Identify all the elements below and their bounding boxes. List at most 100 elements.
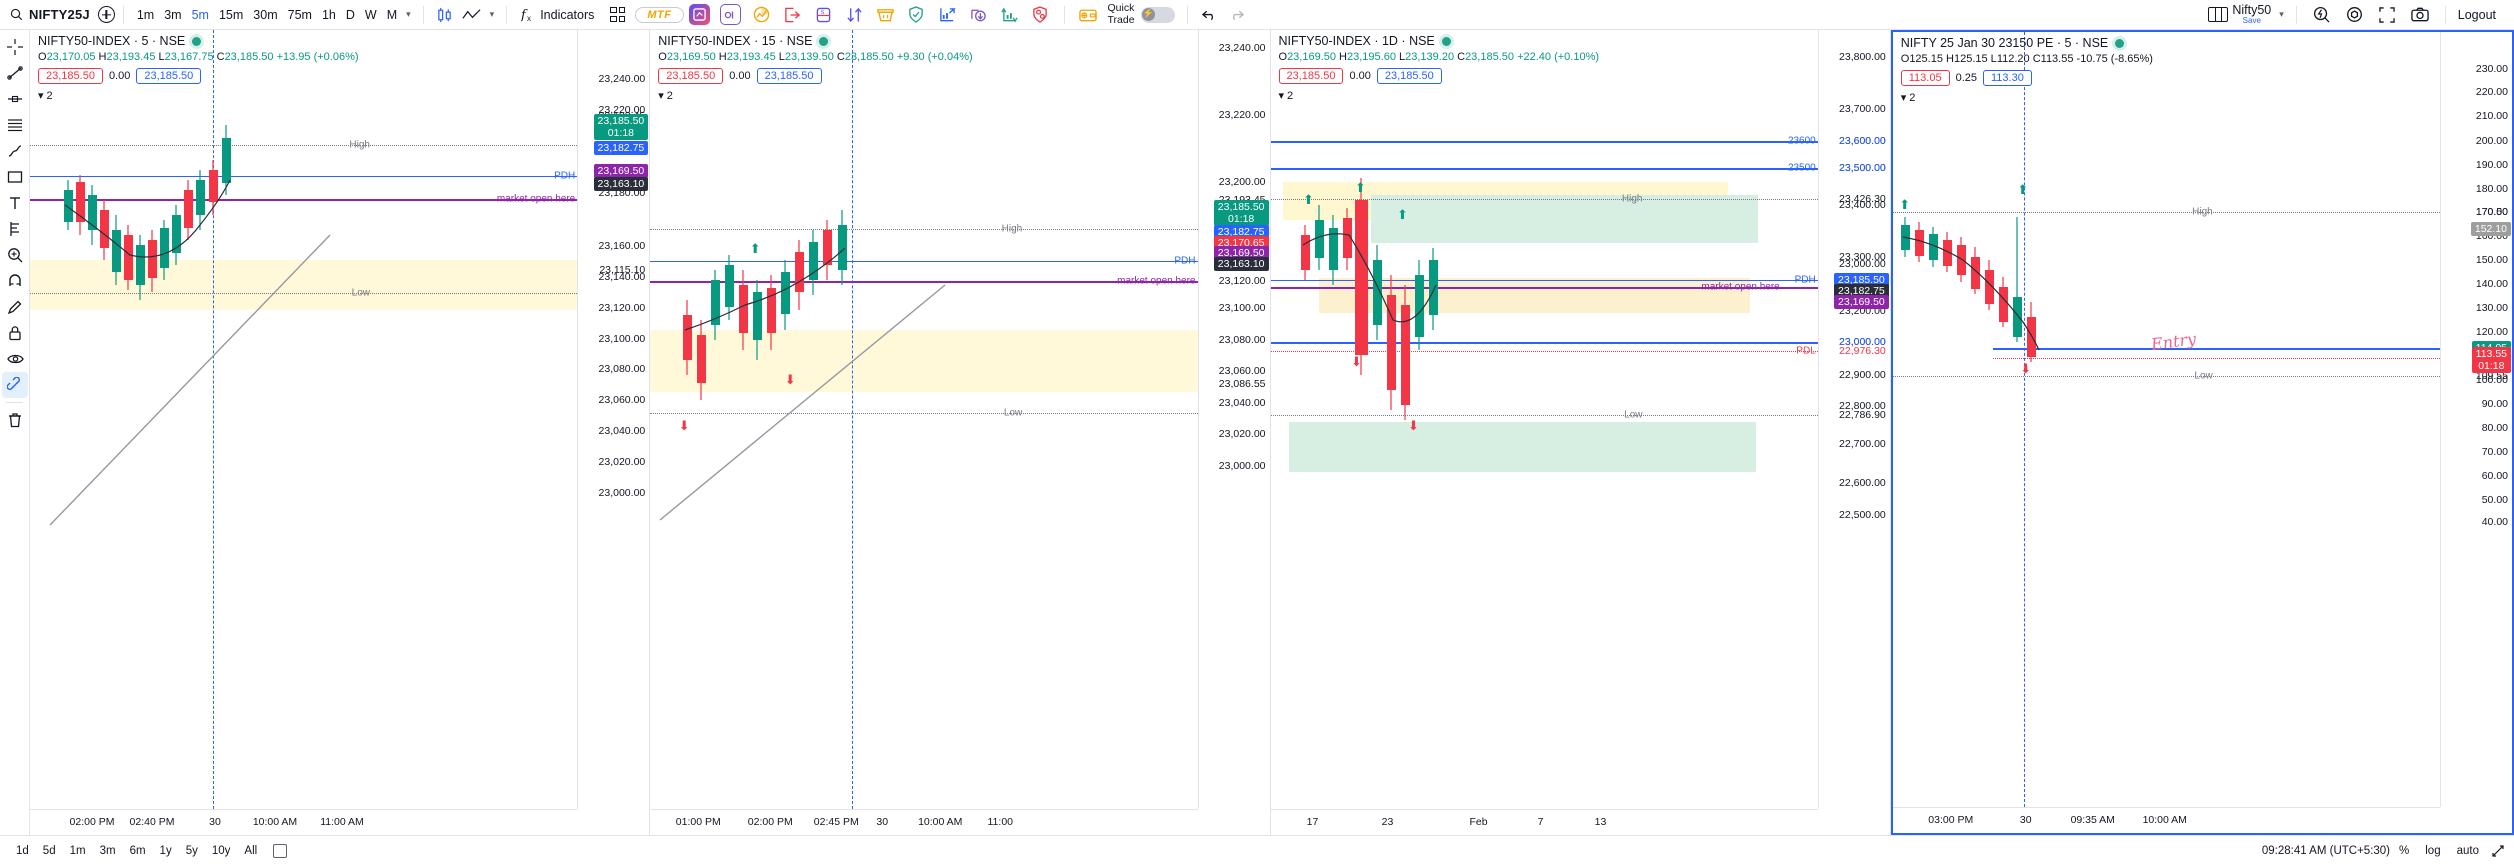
fullscreen-icon[interactable] (2371, 6, 2403, 23)
camera-icon[interactable] (2403, 7, 2437, 22)
pane-1-price-axis[interactable]: 23,240.00 23,220.00 23,200.00 23,180.00 … (577, 30, 649, 809)
pane-2-time-axis[interactable]: 01:00 PM 02:00 PM 02:45 PM 30 10:00 AM 1… (650, 809, 1198, 835)
timeframe-30m[interactable]: 30m (248, 6, 282, 24)
pane-1-plot[interactable]: High Low PDH market open here (30, 30, 578, 809)
pane-3-price-axis[interactable]: 23,800.00 23,700.00 23,600.00 23,500.00 … (1817, 30, 1890, 809)
pane-2-qty-row[interactable]: ▾ 2 (658, 89, 972, 103)
pane-2-price-axis[interactable]: 23,240.00 23,220.00 23,200.00 23,140.00 … (1197, 30, 1270, 809)
expand-chart-icon[interactable] (937, 4, 958, 25)
exit-icon[interactable] (782, 4, 803, 25)
option-chain-icon[interactable] (719, 4, 741, 25)
calendar-icon[interactable] (273, 843, 288, 858)
logout-button[interactable]: Logout (2454, 8, 2506, 22)
indicators-button[interactable]: f x Indicators (515, 5, 600, 24)
pie-chart-icon[interactable] (751, 4, 772, 25)
range-1d[interactable]: 1d (10, 843, 35, 859)
grid-layout-icon[interactable] (610, 7, 626, 22)
chart-type-caret-icon[interactable]: ▾ (486, 9, 499, 20)
chart-pane-3[interactable]: NIFTY50-INDEX · 1D · NSE O23,169.50 H23,… (1270, 30, 1891, 835)
chevron-down-icon[interactable]: ▾ (1901, 91, 1907, 104)
timeframe-75m[interactable]: 75m (283, 6, 317, 24)
horizontal-line-icon[interactable] (0, 86, 30, 112)
line-chart-icon[interactable] (457, 8, 486, 21)
pane-3-time-axis[interactable]: 17 23 Feb 7 13 (1270, 809, 1818, 835)
chevron-down-icon[interactable]: ▾ (402, 9, 415, 20)
toggle-switch[interactable]: ⚡ (1140, 6, 1175, 23)
chart-pane-1[interactable]: NIFTY50-INDEX · 5 · NSE O23,170.05 H23,1… (30, 30, 651, 835)
chevron-down-icon[interactable]: ▾ (1279, 89, 1285, 102)
pane-4-plot[interactable]: ⬆ ⬆ ⬇ Entry High Low (1892, 32, 2440, 807)
buy-badge[interactable]: 113.30 (1983, 70, 2032, 86)
magnet-icon[interactable] (0, 268, 30, 294)
timeframe-w[interactable]: W (360, 6, 382, 24)
chart-pane-2[interactable]: NIFTY50-INDEX · 15 · NSE O23,169.50 H23,… (650, 30, 1271, 835)
text-icon[interactable] (0, 190, 30, 216)
chart-pane-4[interactable]: NIFTY 25 Jan 30 23150 PE · 5 · NSE O125.… (1890, 30, 2514, 835)
layout-icon[interactable] (2208, 7, 2229, 22)
timeframe-1m[interactable]: 1m (132, 6, 159, 24)
log-toggle[interactable]: log (2418, 845, 2447, 857)
pane-3-qty-row[interactable]: ▾ 2 (1279, 89, 1600, 103)
range-3m[interactable]: 3m (94, 843, 122, 859)
pane-1-time-axis[interactable]: 02:00 PM 02:40 PM 30 10:00 AM 11:00 AM (30, 809, 578, 835)
sell-badge[interactable]: 23,185.50 (38, 68, 103, 84)
pane-4-time-axis[interactable]: 03:00 PM 30 09:35 AM 10:00 AM (1892, 807, 2440, 833)
measure-icon[interactable] (2, 372, 28, 398)
timeframe-1h[interactable]: 1h (317, 6, 341, 24)
quick-trade-toggle[interactable]: Quick Trade ⚡ (1104, 3, 1179, 25)
zoom-icon[interactable] (0, 242, 30, 268)
buy-sell-icon[interactable] (844, 4, 865, 25)
auto-toggle[interactable]: auto (2450, 845, 2486, 857)
range-1m[interactable]: 1m (64, 843, 92, 859)
range-all[interactable]: All (238, 843, 263, 859)
ruler-icon[interactable] (0, 216, 30, 242)
delete-icon[interactable] (0, 407, 30, 433)
alert-icon[interactable] (2305, 6, 2338, 23)
resize-icon[interactable] (2488, 844, 2504, 857)
settings-icon[interactable] (2338, 6, 2371, 23)
layout-name-button[interactable]: Nifty50 Save (2228, 4, 2275, 25)
symbol-search[interactable]: NIFTY25J (8, 7, 98, 22)
download-icon[interactable] (968, 4, 989, 25)
buy-badge[interactable]: 23,185.50 (1376, 68, 1442, 84)
basket-icon[interactable] (875, 4, 896, 25)
percent-toggle[interactable]: % (2392, 845, 2416, 857)
pencil-icon[interactable] (0, 294, 30, 320)
lock-icon[interactable] (0, 320, 30, 346)
export-icon[interactable] (999, 4, 1020, 25)
crosshair-icon[interactable] (0, 34, 30, 60)
sell-badge[interactable]: 23,185.50 (1278, 68, 1344, 84)
pane-2-plot[interactable]: ⬆ ⬇ ⬇ High Low PDH market open here (650, 30, 1198, 809)
range-5y[interactable]: 5y (180, 843, 204, 859)
undo-icon[interactable] (1196, 9, 1223, 21)
eye-icon[interactable] (0, 346, 30, 372)
mtf-icon[interactable] (688, 4, 710, 25)
brush-icon[interactable] (0, 138, 30, 164)
range-1y[interactable]: 1y (154, 843, 178, 859)
pane-1-qty-row[interactable]: ▾ 2 (38, 89, 359, 103)
buy-badge[interactable]: 23,185.50 (756, 68, 822, 84)
trend-line-icon[interactable] (0, 60, 30, 86)
rectangle-icon[interactable] (0, 164, 30, 190)
redo-icon[interactable] (1223, 9, 1250, 21)
buy-badge[interactable]: 23,185.50 (136, 68, 202, 84)
fib-icon[interactable] (0, 112, 30, 138)
pane-4-qty-row[interactable]: ▾ 2 (1901, 91, 2153, 105)
risk-shield-icon[interactable] (1030, 4, 1051, 25)
sell-badge[interactable]: 113.05 (1900, 70, 1950, 86)
timeframe-15m[interactable]: 15m (214, 6, 248, 24)
chevron-down-icon[interactable]: ▾ (2275, 9, 2288, 20)
mtf-button[interactable]: MTF (635, 6, 684, 23)
timeframe-3m[interactable]: 3m (159, 6, 186, 24)
plus-circle-icon[interactable] (97, 6, 115, 23)
chevron-down-icon[interactable]: ▾ (38, 89, 44, 102)
candlestick-icon[interactable] (432, 7, 457, 23)
shield-icon[interactable] (906, 4, 927, 25)
chevron-down-icon[interactable]: ▾ (658, 89, 664, 102)
pane-4-price-axis[interactable]: 230.00 220.00 210.00 200.00 190.00 180.0… (2440, 32, 2512, 807)
pane-3-plot[interactable]: ⬆ ⬆ ⬆ ⬇ ⬇ High Low 23600 23500 PDH marke… (1270, 30, 1818, 809)
timeframe-m[interactable]: M (382, 6, 402, 24)
scalper-icon[interactable]: S (813, 4, 834, 25)
range-5d[interactable]: 5d (37, 843, 62, 859)
wallet-icon[interactable] (1078, 4, 1099, 25)
